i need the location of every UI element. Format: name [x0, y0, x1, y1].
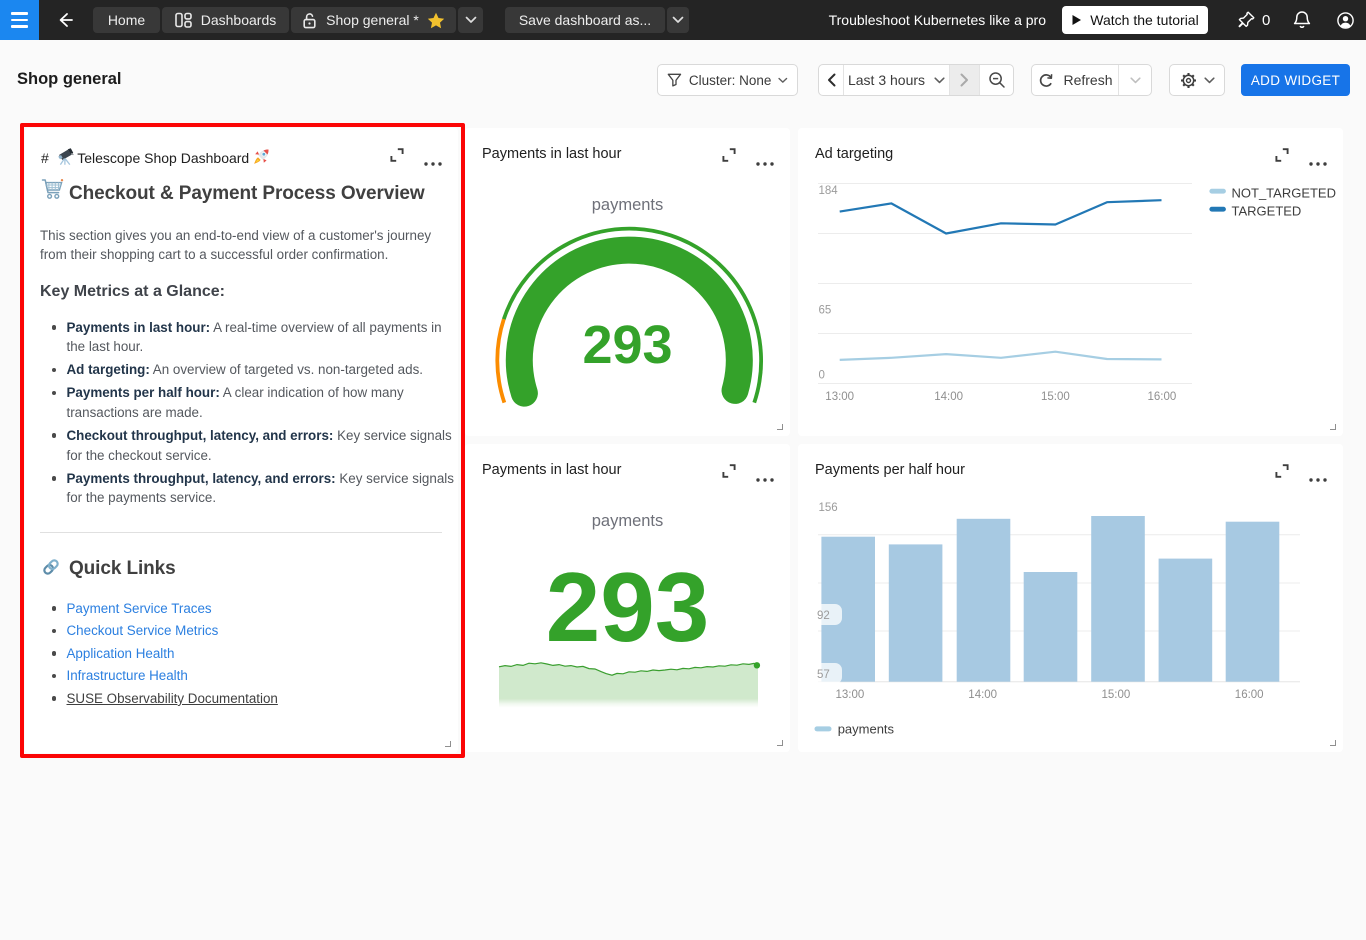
svg-text:NOT_TARGETED: NOT_TARGETED: [1232, 186, 1337, 201]
svg-text:13:00: 13:00: [825, 391, 854, 403]
svg-text:payments: payments: [838, 722, 895, 737]
svg-text:92: 92: [817, 610, 830, 622]
svg-text:15:00: 15:00: [1041, 391, 1070, 403]
svg-text:156: 156: [819, 502, 838, 514]
svg-text:15:00: 15:00: [1102, 689, 1131, 701]
svg-text:TARGETED: TARGETED: [1232, 204, 1302, 219]
svg-text:184: 184: [819, 185, 839, 197]
svg-text:16:00: 16:00: [1235, 689, 1264, 701]
svg-text:16:00: 16:00: [1148, 391, 1177, 403]
svg-text:14:00: 14:00: [934, 391, 963, 403]
svg-text:0: 0: [819, 370, 825, 382]
svg-text:13:00: 13:00: [836, 689, 865, 701]
svg-text:57: 57: [817, 669, 830, 681]
svg-text:14:00: 14:00: [968, 689, 997, 701]
svg-text:65: 65: [819, 305, 832, 317]
